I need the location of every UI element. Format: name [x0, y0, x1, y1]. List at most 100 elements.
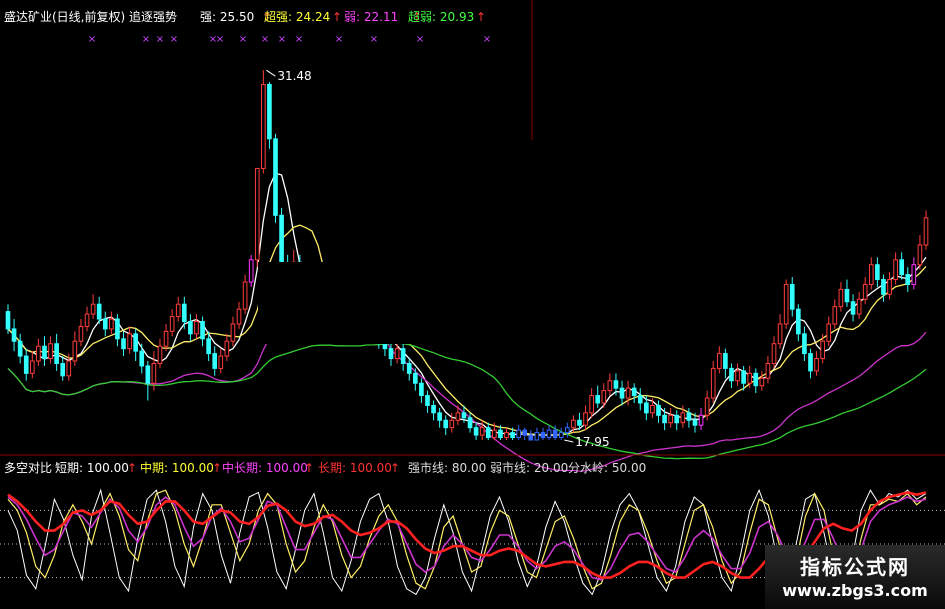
candle-body — [704, 397, 710, 416]
candle-body — [528, 434, 534, 441]
indicator-label: 弱: 22.11 — [344, 10, 398, 24]
candle-body — [11, 328, 17, 342]
candle-body — [169, 316, 175, 332]
indicator-label: 超强: 24.24 — [264, 9, 330, 24]
candle-body — [619, 387, 625, 399]
candle-body — [394, 348, 400, 360]
candle-body — [242, 281, 248, 310]
candle-body — [224, 340, 230, 357]
candle-body — [48, 343, 53, 360]
candle-body — [856, 298, 862, 315]
candle-body — [613, 380, 619, 389]
candle-body — [510, 432, 515, 439]
candle-body — [686, 412, 692, 421]
candle-body — [467, 417, 473, 429]
candle-body — [680, 412, 686, 424]
candle-body — [552, 429, 558, 439]
candle-body — [534, 432, 540, 441]
candle-body — [796, 308, 801, 335]
candle-body — [583, 412, 588, 426]
signal-mark-icon: × — [335, 34, 343, 45]
candle-body — [157, 345, 163, 364]
oscillator-legend-label: 长期: 100.00 — [318, 461, 392, 475]
candle-body — [23, 355, 29, 374]
candle-body — [206, 338, 211, 355]
candle-body — [862, 283, 868, 300]
price-annotation-label: 31.48 — [277, 69, 311, 83]
candle-body — [218, 355, 224, 369]
candle-body — [607, 380, 613, 392]
candle-body — [145, 365, 151, 384]
candle-body — [668, 414, 673, 424]
candle-body — [656, 404, 661, 416]
candle-body — [400, 348, 406, 364]
candle-body — [650, 404, 655, 414]
candle-body — [716, 353, 722, 369]
signal-mark-icon: × — [483, 34, 491, 45]
candle-body — [844, 288, 850, 303]
indicator-label: 超弱: 20.93 — [408, 9, 474, 24]
signal-mark-icon: × — [416, 34, 424, 45]
candle-body — [881, 279, 886, 295]
oscillator-legend-label: 中期: 100.00 — [140, 460, 214, 475]
stock-chart: 盛达矿业(日线,前复权) 追逐强势 强: 25.50 ↑超强: 24.24 ↑ 弱: … — [0, 0, 945, 609]
candle-body — [443, 419, 449, 429]
candle-body — [5, 311, 11, 330]
candle-body — [741, 370, 746, 384]
candle-body — [723, 353, 728, 369]
candle-body — [893, 259, 898, 281]
candle-body — [437, 412, 442, 421]
candle-body — [42, 345, 47, 360]
candle-body — [777, 323, 783, 345]
oscillator-legend-label: 中长期: 100.00 — [222, 460, 308, 475]
candle-body — [747, 372, 753, 384]
signal-mark-icon: × — [156, 34, 164, 45]
lower-title: 多空对比 — [4, 461, 52, 475]
candle-body — [36, 345, 41, 362]
candle-body — [923, 217, 929, 246]
candle-body — [692, 419, 698, 426]
candle-body — [455, 412, 461, 421]
candle-body — [236, 308, 242, 325]
candle-body — [267, 84, 272, 140]
up-arrow-icon: ↑ — [212, 461, 222, 475]
signal-mark-icon: × — [216, 34, 224, 45]
candle-body — [789, 283, 795, 310]
candle-body — [729, 367, 734, 382]
candle-body — [564, 427, 570, 434]
candle-body — [820, 340, 825, 360]
candle-body — [181, 303, 187, 322]
stock-title: 盛达矿业(日线,前复权) 追逐强势 — [4, 9, 177, 24]
candle-body — [838, 288, 844, 308]
signal-mark-icon: × — [278, 34, 286, 45]
candle-body — [102, 318, 108, 330]
candle-body — [72, 340, 78, 362]
signal-mark-icon: × — [370, 34, 378, 45]
candle-body — [498, 429, 503, 439]
mask-block — [258, 262, 686, 344]
candle-body — [84, 313, 90, 327]
candle-body — [388, 348, 394, 360]
candle-body — [771, 343, 777, 364]
candle-body — [406, 362, 412, 374]
candle-body — [413, 372, 418, 384]
candle-body — [212, 353, 218, 369]
candle-body — [261, 84, 266, 169]
candle-body — [163, 330, 169, 347]
candle-body — [492, 429, 497, 439]
candle-body — [115, 318, 120, 340]
candle-body — [194, 321, 199, 335]
candle-body — [875, 264, 880, 281]
candle-body — [248, 259, 254, 283]
candle-body — [127, 333, 132, 350]
candle-body — [279, 214, 284, 268]
oscillator-legend-label: 强市线: 80.00 — [408, 460, 486, 475]
candle-body — [109, 318, 114, 330]
candle-body — [461, 412, 467, 419]
up-arrow-icon: ↑ — [476, 10, 486, 24]
candle-body — [826, 323, 832, 342]
candle-body — [868, 264, 874, 285]
candle-body — [698, 414, 704, 426]
candle-body — [917, 244, 923, 266]
candle-body — [431, 404, 436, 414]
